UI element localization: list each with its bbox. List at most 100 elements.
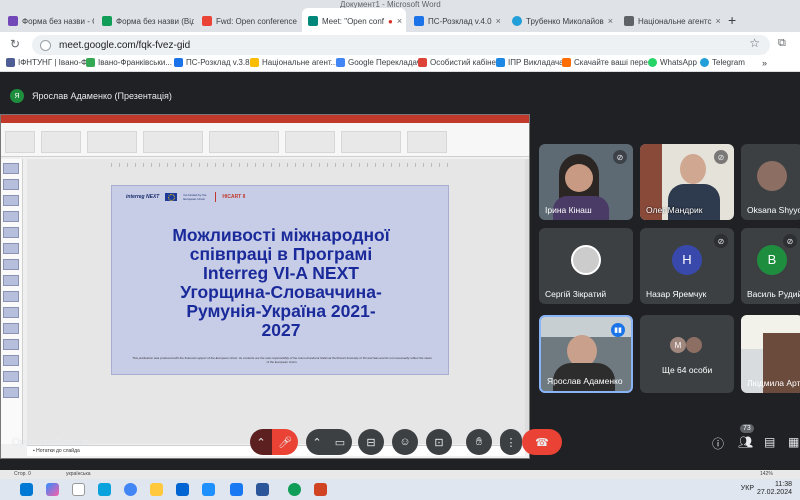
avatar bbox=[757, 160, 787, 191]
bookmark-item[interactable]: Google Перекладач bbox=[336, 58, 421, 67]
tab-gmail[interactable]: Fwd: Open conference× bbox=[196, 10, 300, 32]
bookmark-item[interactable]: ІПР Викладача bbox=[496, 58, 564, 67]
recording-icon: ● bbox=[387, 16, 393, 26]
emoji-icon: ☺ bbox=[399, 436, 411, 448]
mic-off-icon: ⊘ bbox=[714, 150, 728, 164]
leave-call-button[interactable]: ☎︎ bbox=[522, 429, 562, 455]
meeting-name: Open conference bbox=[12, 437, 89, 448]
more-bookmarks-icon[interactable]: » bbox=[762, 58, 767, 68]
participant-tile[interactable]: ⊘ Н Назар Яремчук bbox=[640, 228, 734, 304]
participant-tile[interactable]: ⊘ В Василь Рудий bbox=[741, 228, 800, 304]
explorer-icon[interactable] bbox=[150, 483, 163, 496]
bookmark-favicon-icon bbox=[6, 58, 15, 67]
bookmark-item[interactable]: WhatsApp bbox=[648, 58, 697, 67]
participant-tile[interactable]: Сергій Зікратий bbox=[539, 228, 633, 304]
chat-icon[interactable]: ▤ bbox=[764, 435, 775, 449]
tab-rozklad[interactable]: ПС-Розклад v.4.0 × bbox=[408, 10, 504, 32]
windows-start-icon[interactable] bbox=[20, 483, 33, 496]
more-options-button[interactable]: ⋮ bbox=[500, 429, 522, 455]
avatar: В bbox=[757, 244, 787, 275]
avatar: Н bbox=[672, 244, 702, 275]
ruler bbox=[111, 163, 451, 167]
task-view-icon[interactable] bbox=[72, 483, 85, 496]
avatar: Я bbox=[10, 89, 24, 103]
tab-form-2[interactable]: Форма без назви (Від× bbox=[96, 10, 194, 32]
bookmarks-bar: ІФНТУНГ | Івано-Ф... Івано-Франківськи..… bbox=[0, 56, 800, 72]
clock[interactable]: 11:38 27.02.2024 bbox=[757, 481, 792, 497]
slide-logos: interreg NEXT Co-funded by the European … bbox=[126, 192, 246, 202]
tab-form-1[interactable]: Форма без назви - Go× bbox=[2, 10, 94, 32]
word-icon[interactable] bbox=[256, 483, 269, 496]
translate-icon bbox=[336, 58, 345, 67]
close-icon[interactable]: × bbox=[496, 16, 501, 26]
url-text: meet.google.com/fqk-fvez-gid bbox=[59, 39, 191, 51]
bookmark-item[interactable]: Національне агент... bbox=[250, 58, 337, 67]
gmail-icon bbox=[202, 16, 212, 26]
bookmark-item[interactable]: Telegram bbox=[700, 58, 745, 67]
raise-hand-button[interactable]: ✋︎ bbox=[466, 429, 492, 455]
meet-controls: Open conference ⌃ 🎤︎ ⌃ ▭ ⊟ ☺ ⊡ ✋︎ ⋮ ☎︎ ⓘ… bbox=[0, 424, 800, 464]
language-indicator[interactable]: УКР bbox=[741, 485, 754, 492]
mail-icon[interactable] bbox=[202, 483, 215, 496]
globe-icon bbox=[624, 16, 634, 26]
mic-off-icon: ⊘ bbox=[613, 150, 627, 164]
participant-tile[interactable]: Oksana Shyyo bbox=[741, 144, 800, 220]
bookmark-favicon-icon bbox=[562, 58, 571, 67]
copilot-icon[interactable] bbox=[46, 483, 59, 496]
telegram-icon bbox=[512, 16, 522, 26]
close-icon[interactable]: × bbox=[397, 16, 402, 26]
camera-icon: ▭ bbox=[334, 436, 346, 449]
present-button[interactable]: ⊡ bbox=[426, 429, 452, 455]
forms-icon bbox=[8, 16, 18, 26]
bookmark-favicon-icon bbox=[86, 58, 95, 67]
activities-icon[interactable]: ▦ bbox=[788, 435, 799, 449]
presenter-label: Я Ярослав Адаменко (Презентація) bbox=[10, 87, 172, 105]
participant-tile[interactable]: ⊘ Олег Мандрик bbox=[640, 144, 734, 220]
tab-meet[interactable]: Meet: "Open conf ● × bbox=[302, 8, 406, 34]
close-icon[interactable]: × bbox=[608, 16, 613, 26]
taskbar: УКР 11:38 27.02.2024 bbox=[0, 479, 800, 500]
hand-icon: ✋︎ bbox=[475, 435, 483, 448]
bookmark-item[interactable]: ПС-Розклад v.3.8.2 bbox=[174, 58, 256, 67]
info-icon[interactable]: ⓘ bbox=[712, 435, 724, 452]
participant-tile[interactable]: ⊘ Ірина Кінаш bbox=[539, 144, 633, 220]
participant-tile[interactable]: Людмила Арт bbox=[741, 315, 800, 393]
chrome-icon[interactable] bbox=[124, 483, 137, 496]
more-vert-icon: ⋮ bbox=[505, 436, 517, 449]
browser-toolbar: ↻ meet.google.com/fqk-fvez-gid ☆ ⧉ bbox=[0, 32, 800, 58]
bookmark-item[interactable]: Особистий кабінет bbox=[418, 58, 499, 67]
camera-options-button[interactable]: ⌃ bbox=[306, 429, 328, 455]
people-icon[interactable]: 👥︎ bbox=[738, 435, 753, 449]
reload-icon[interactable]: ↻ bbox=[10, 37, 20, 51]
outlook-icon[interactable] bbox=[230, 483, 243, 496]
bookmark-item[interactable]: Скачайте ваші пере... bbox=[562, 58, 654, 67]
mic-options-button[interactable]: ⌃ bbox=[250, 429, 272, 455]
address-bar[interactable]: meet.google.com/fqk-fvez-gid bbox=[32, 35, 770, 55]
close-icon[interactable]: × bbox=[715, 16, 720, 26]
site-info-icon[interactable] bbox=[40, 39, 51, 51]
extensions-icon[interactable]: ⧉ bbox=[778, 37, 786, 50]
tab-telegram[interactable]: Трубенко Миколайов × bbox=[506, 10, 616, 32]
bookmark-favicon-icon bbox=[250, 58, 259, 67]
emoji-button[interactable]: ☺ bbox=[392, 429, 418, 455]
bookmark-item[interactable]: ІФНТУНГ | Івано-Ф... bbox=[6, 58, 94, 67]
mic-off-icon: 🎤︎ bbox=[278, 436, 292, 449]
camera-toggle-button[interactable]: ▭ bbox=[328, 429, 352, 455]
chrome-profile-icon[interactable] bbox=[288, 483, 301, 496]
mic-off-icon: ⊘ bbox=[783, 234, 797, 248]
more-participants-tile[interactable]: M Ще 64 особи bbox=[640, 315, 734, 393]
bookmark-star-icon[interactable]: ☆ bbox=[749, 36, 760, 50]
speaking-icon: ▮▮ bbox=[611, 323, 625, 337]
mic-toggle-button[interactable]: 🎤︎ bbox=[272, 429, 298, 455]
bookmark-item[interactable]: Івано-Франківськи... bbox=[86, 58, 172, 67]
eu-flag-icon bbox=[165, 193, 178, 201]
mic-off-icon: ⊘ bbox=[714, 234, 728, 248]
powerpoint-icon[interactable] bbox=[314, 483, 327, 496]
participant-tile-speaking[interactable]: ▮▮ Ярослав Адаменко bbox=[539, 315, 633, 393]
captions-button[interactable]: ⊟ bbox=[358, 429, 384, 455]
new-tab-button[interactable]: + bbox=[728, 12, 736, 28]
store-icon[interactable] bbox=[176, 483, 189, 496]
edge-icon[interactable] bbox=[98, 483, 111, 496]
shared-screen: interreg NEXT Co-funded by the European … bbox=[0, 114, 530, 459]
tab-agency[interactable]: Національне агентс × bbox=[618, 10, 724, 32]
